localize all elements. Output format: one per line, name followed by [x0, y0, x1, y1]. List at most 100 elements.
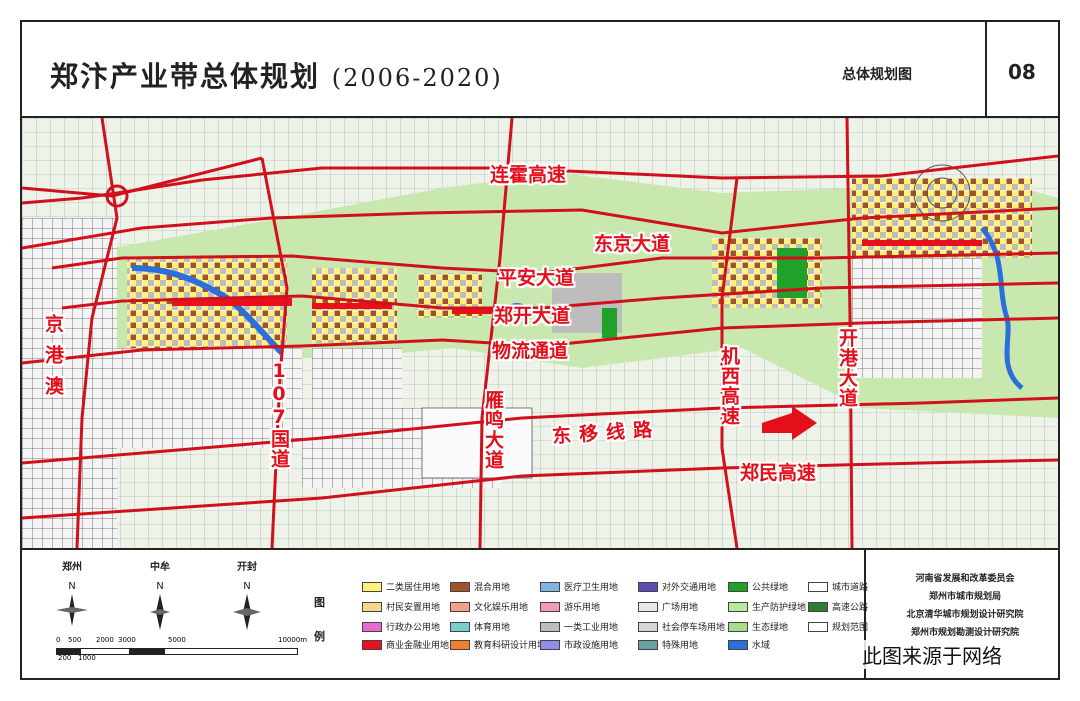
- legend-item: 村民安置用地: [362, 600, 440, 613]
- legend-swatch: [450, 581, 470, 592]
- title-divider: [985, 22, 987, 118]
- legend-item: 教育科研设计用地: [450, 638, 546, 651]
- legend-swatch: [728, 581, 748, 592]
- legend-swatch: [808, 581, 828, 592]
- scale-tick: 200: [58, 654, 72, 662]
- legend-swatch: [728, 639, 748, 650]
- legend-item: 城市道路: [808, 580, 868, 593]
- legend-swatch: [362, 581, 382, 592]
- compass-zhongmu: 中牟 N: [140, 558, 180, 635]
- legend-item: 生产防护绿地: [728, 600, 806, 613]
- label-yanming: 雁鸣大道: [482, 390, 504, 470]
- legend-swatch: [450, 601, 470, 612]
- legend-swatch: [540, 601, 560, 612]
- label-jinggangao: 京港澳: [42, 314, 64, 407]
- legend-label: 村民安置用地: [386, 603, 441, 613]
- legend-item: 混合用地: [450, 580, 510, 593]
- map-name: 总体规划图: [842, 67, 912, 83]
- credit-line: 北京清华城市规划设计研究院: [906, 610, 1024, 620]
- compass-city: 郑州: [62, 562, 82, 573]
- legend-label: 市政设施用地: [564, 641, 619, 651]
- label-wuliu: 物流通道: [492, 340, 569, 362]
- label-zhengkai: 郑开大道: [494, 305, 571, 327]
- planning-map[interactable]: 连霍高速 东京大道 平安大道 郑开大道 物流通道 京港澳 107国道 雁鸣大道 …: [22, 118, 1058, 548]
- legend-swatch: [728, 621, 748, 632]
- park-mid: [602, 308, 617, 338]
- compass-rose-icon: [56, 594, 88, 626]
- label-g107: 107国道: [268, 360, 290, 469]
- legend-label: 公共绿地: [752, 583, 789, 593]
- compass-zhengzhou: 郑州 N: [52, 558, 92, 631]
- scale-tick: 2000: [96, 636, 114, 644]
- legend-item: 医疗卫生用地: [540, 580, 618, 593]
- legend-item: 生态绿地: [728, 620, 788, 633]
- legend-item: 高速公路: [808, 600, 868, 613]
- legend-swatch: [450, 621, 470, 632]
- scale-tick: 500: [68, 636, 82, 644]
- label-jixi: 机西高速: [718, 346, 740, 426]
- label-zhengmin: 郑民高速: [740, 462, 817, 484]
- legend-swatch: [638, 581, 658, 592]
- map-title: 郑汴产业带总体规划 (2006-2020): [50, 55, 503, 95]
- legend-label: 生态绿地: [752, 623, 789, 633]
- scale-tick: 1000: [78, 654, 96, 662]
- legend-label: 文化娱乐用地: [474, 603, 529, 613]
- kaifeng-blocks: [852, 258, 982, 378]
- legend-label: 教育科研设计用地: [474, 641, 547, 651]
- legend-label: 行政办公用地: [386, 623, 441, 633]
- legend-swatch: [638, 621, 658, 632]
- compass-n: N: [68, 581, 76, 592]
- watermark: 此图来源于网络: [858, 640, 1006, 669]
- legend-swatch: [540, 581, 560, 592]
- legend-label: 规划范围: [832, 623, 869, 633]
- legend-label: 高速公路: [832, 603, 869, 613]
- legend-label: 医疗卫生用地: [564, 583, 619, 593]
- legend-item: 一类工业用地: [540, 620, 618, 633]
- legend-swatch: [450, 639, 470, 650]
- scale-bar: 0 500 2000 3000 5000 10000m 200 1000: [56, 636, 307, 662]
- legend-label: 对外交通用地: [662, 583, 717, 593]
- legend-item: 文化娱乐用地: [450, 600, 528, 613]
- credit-line: 河南省发展和改革委员会: [915, 574, 1015, 584]
- legend-label: 广场用地: [662, 603, 699, 613]
- scale-tick: 5000: [168, 636, 186, 644]
- legend-label: 生产防护绿地: [752, 603, 807, 613]
- legend-swatch: [362, 621, 382, 632]
- legend-label: 二类居住用地: [386, 583, 441, 593]
- legend-item: 水域: [728, 638, 770, 651]
- legend-item: 社会停车场用地: [638, 620, 725, 633]
- legend-label: 游乐用地: [564, 603, 601, 613]
- legend-swatch: [540, 621, 560, 632]
- label-kaigang: 开港大道: [836, 328, 858, 408]
- compass-city: 开封: [237, 562, 257, 573]
- legend-swatch: [638, 639, 658, 650]
- legend-swatch: [362, 601, 382, 612]
- legend-swatch: [540, 639, 560, 650]
- legend-item: 公共绿地: [728, 580, 788, 593]
- legend-label: 特殊用地: [662, 641, 699, 651]
- legend-label: 体育用地: [474, 623, 511, 633]
- page-number: 08: [1008, 60, 1036, 84]
- legend-swatch: [362, 639, 382, 650]
- compass-n: N: [243, 581, 251, 592]
- title-text: 郑汴产业带总体规划: [50, 60, 321, 93]
- legend-label: 社会停车场用地: [662, 623, 726, 633]
- legend-heading: 图例: [314, 596, 325, 643]
- legend-item: 广场用地: [638, 600, 698, 613]
- legend-swatch: [728, 601, 748, 612]
- compass-city: 中牟: [150, 562, 170, 573]
- credit-line: 郑州市城市规划局: [928, 592, 1001, 602]
- legend-label: 水域: [752, 641, 771, 651]
- south-blocks: [312, 348, 402, 408]
- legend-item: 游乐用地: [540, 600, 600, 613]
- compass-n: N: [156, 581, 164, 592]
- legend-swatch: [808, 621, 828, 632]
- label-pingan: 平安大道: [498, 267, 575, 289]
- compass-kaifeng: 开封 N: [227, 558, 267, 635]
- commercial-strip-east: [862, 240, 982, 246]
- legend-item: 对外交通用地: [638, 580, 716, 593]
- title-years: (2006-2020): [331, 64, 503, 92]
- legend-label: 一类工业用地: [564, 623, 619, 633]
- legend-item: 行政办公用地: [362, 620, 440, 633]
- legend-item: 市政设施用地: [540, 638, 618, 651]
